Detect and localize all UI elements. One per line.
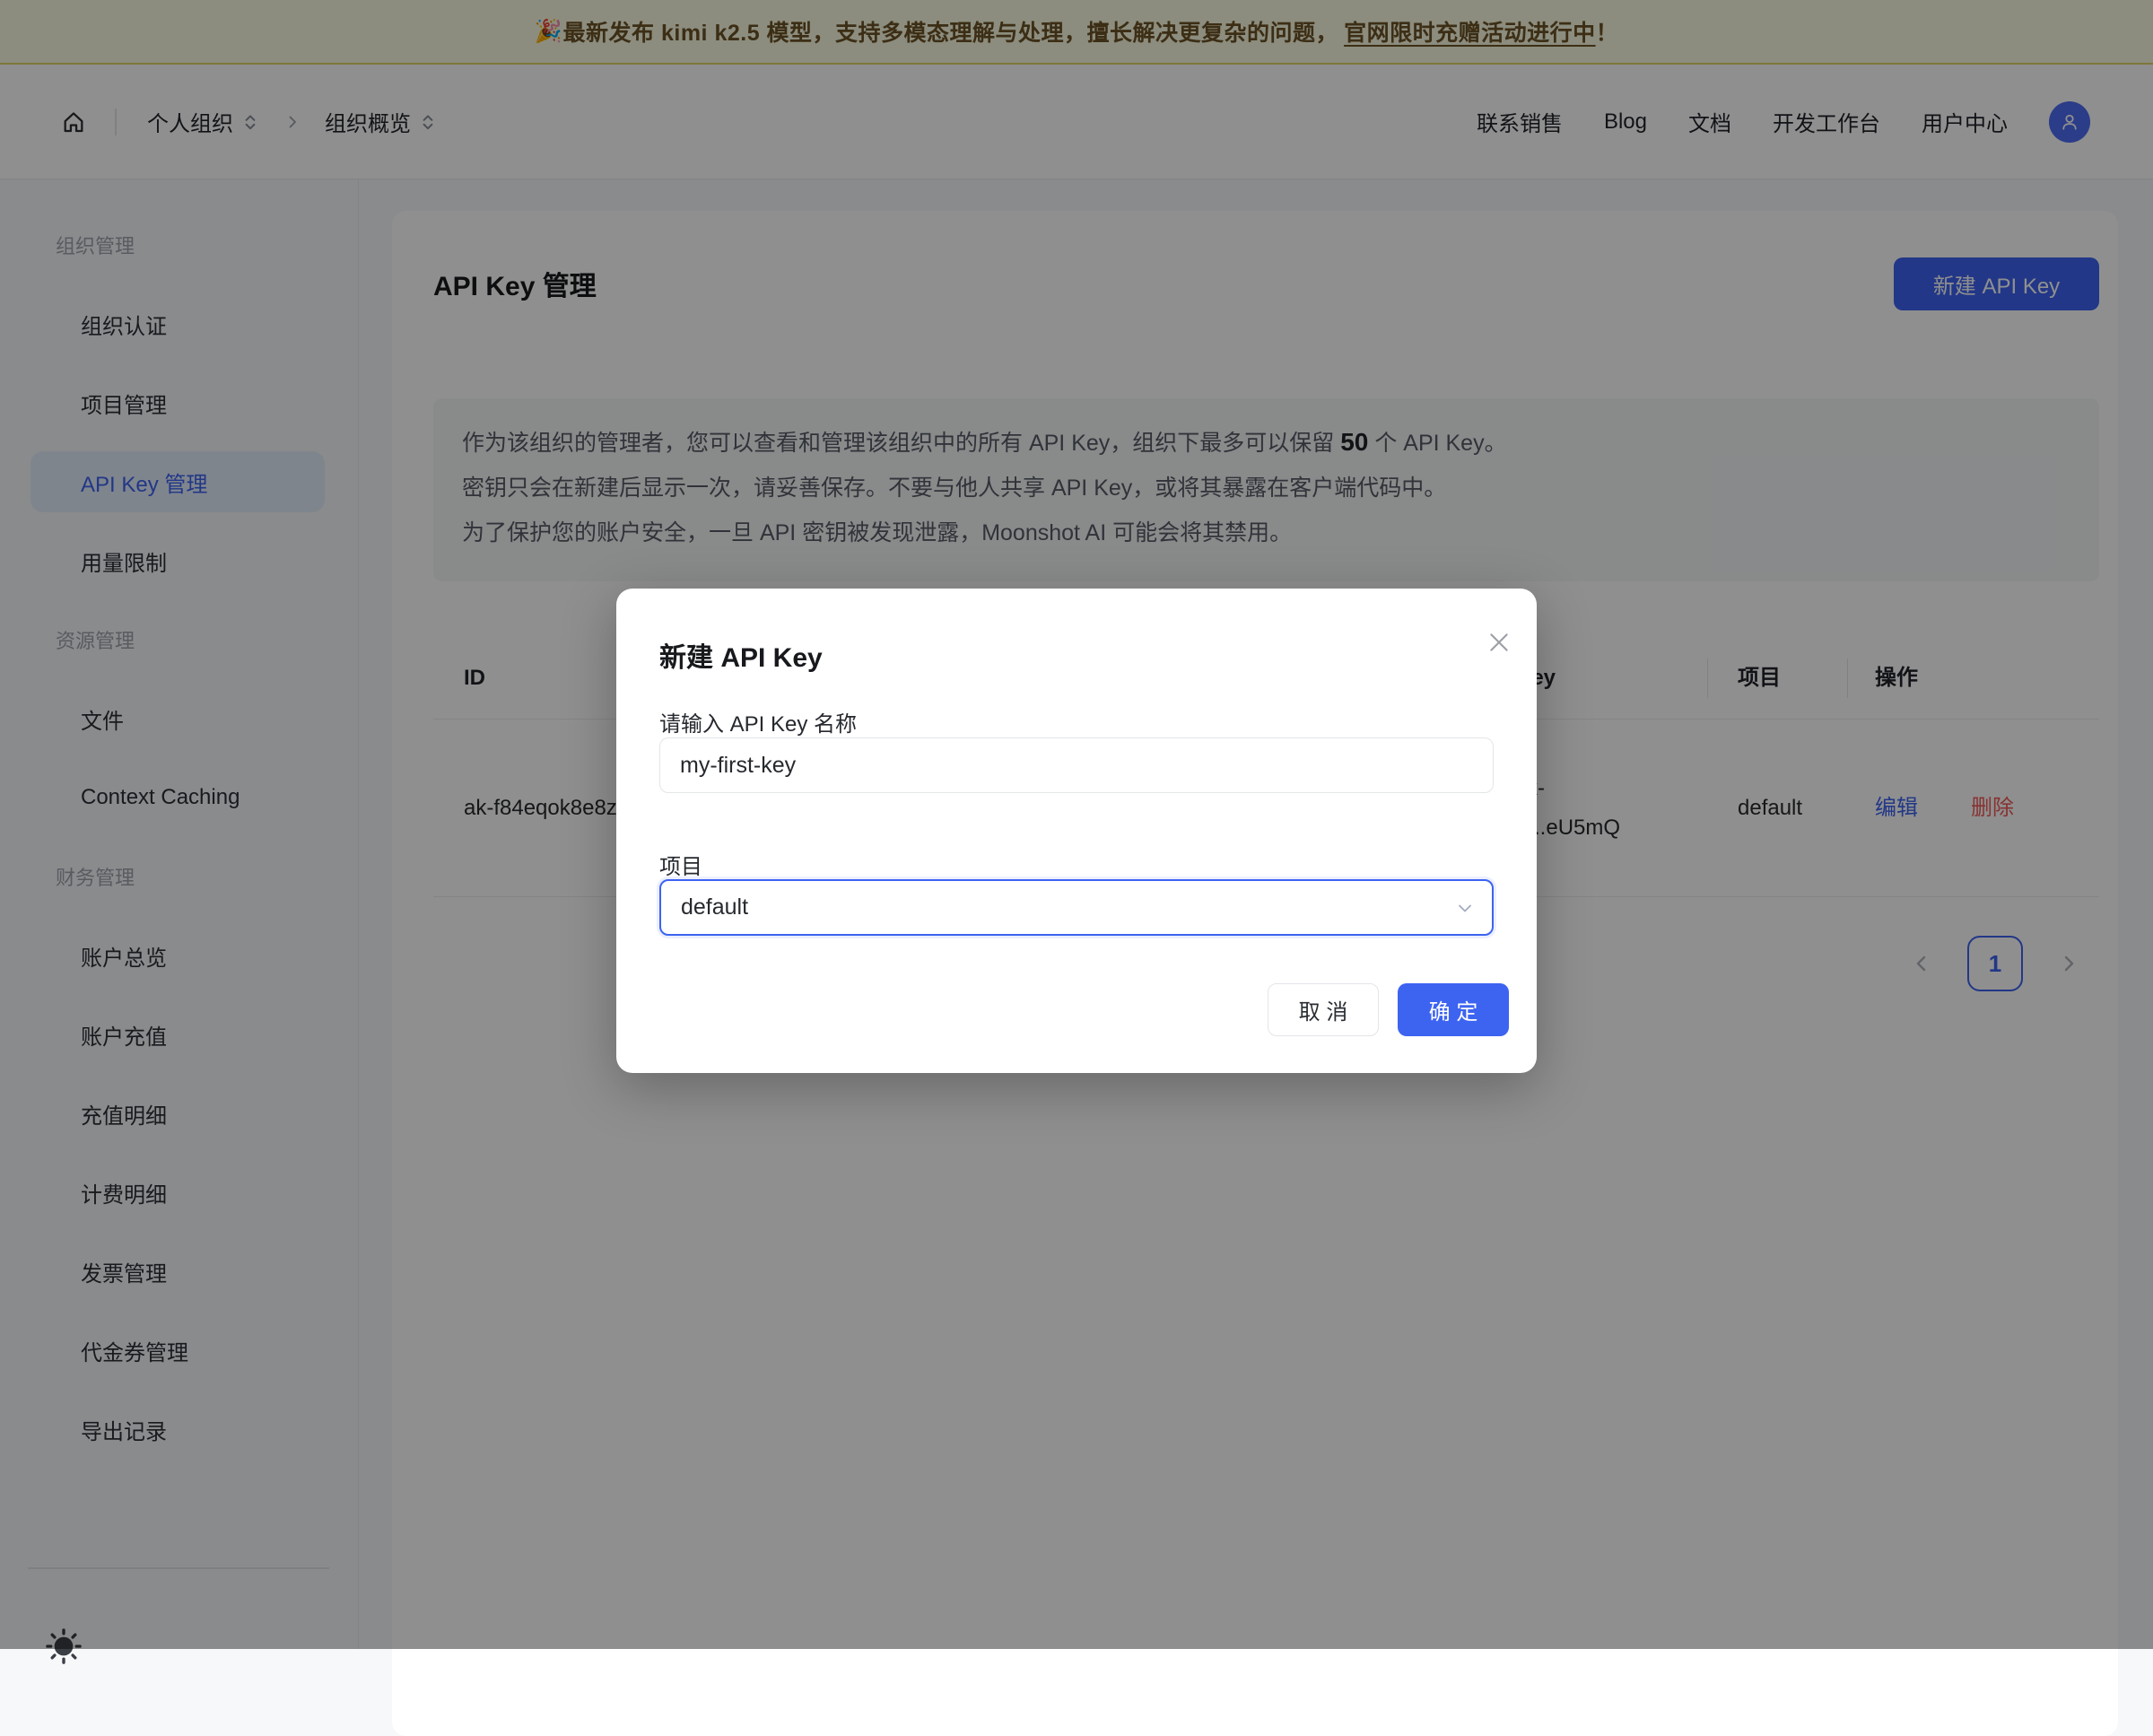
project-label: 项目 — [659, 849, 702, 880]
project-select-value: default — [681, 894, 748, 920]
confirm-button[interactable]: 确 定 — [1398, 983, 1509, 1036]
chevron-down-icon — [1454, 897, 1476, 919]
cancel-button[interactable]: 取 消 — [1268, 983, 1379, 1036]
project-select[interactable]: default — [659, 879, 1494, 936]
create-api-key-modal: 新建 API Key 请输入 API Key 名称 项目 default 取 消… — [616, 589, 1537, 1073]
close-icon[interactable] — [1486, 630, 1512, 655]
api-key-name-input[interactable] — [659, 737, 1494, 793]
api-key-name-label: 请输入 API Key 名称 — [659, 706, 857, 737]
modal-title: 新建 API Key — [659, 635, 823, 675]
